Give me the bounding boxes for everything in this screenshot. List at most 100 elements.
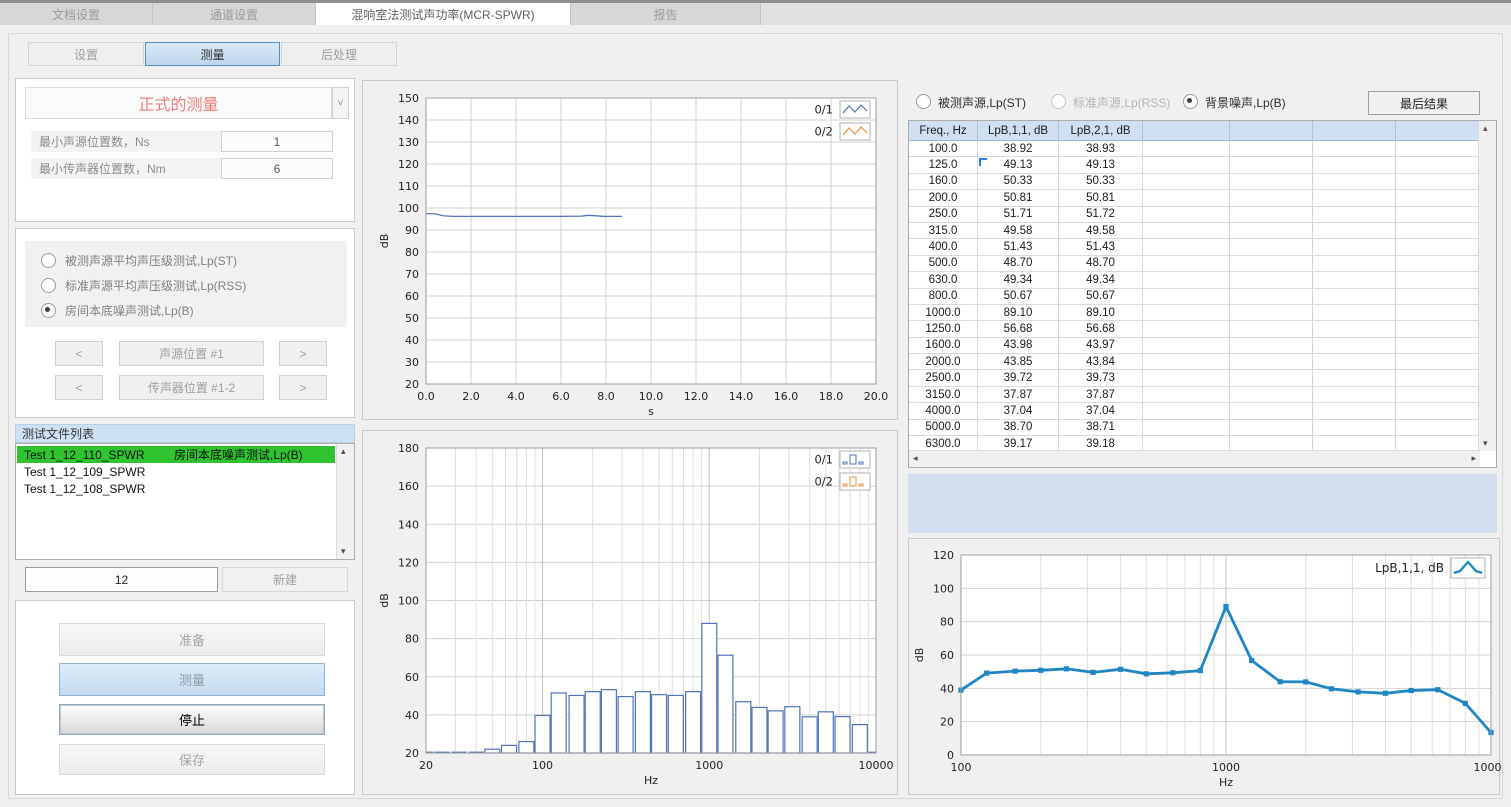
table-cell[interactable]: 5000.0: [909, 420, 978, 436]
table-cell[interactable]: [1396, 207, 1480, 223]
table-cell[interactable]: [1230, 387, 1313, 403]
table-cell[interactable]: [1230, 256, 1313, 272]
table-cell[interactable]: [1313, 338, 1396, 354]
table-cell[interactable]: [1230, 289, 1313, 305]
radio-lp-b[interactable]: [41, 303, 56, 318]
table-cell[interactable]: [1143, 190, 1230, 206]
table-cell[interactable]: 38.93: [1059, 141, 1143, 157]
table-cell[interactable]: [1313, 223, 1396, 239]
tab-document-settings[interactable]: 文档设置: [0, 3, 153, 25]
table-cell[interactable]: [1143, 239, 1230, 255]
table-cell[interactable]: 37.04: [1059, 403, 1143, 419]
table-cell[interactable]: [1313, 256, 1396, 272]
table-cell[interactable]: 37.87: [1059, 387, 1143, 403]
table-cell[interactable]: 37.04: [978, 403, 1059, 419]
table-cell[interactable]: [1313, 239, 1396, 255]
table-cell[interactable]: 800.0: [909, 289, 978, 305]
table-cell[interactable]: 125.0: [909, 157, 978, 173]
subtab-postprocess[interactable]: 后处理: [281, 42, 397, 66]
table-cell[interactable]: [1396, 174, 1480, 190]
table-cell[interactable]: [1313, 370, 1396, 386]
table-cell[interactable]: 48.70: [978, 256, 1059, 272]
table-cell[interactable]: 51.43: [978, 239, 1059, 255]
source-position-button[interactable]: 声源位置 #1: [119, 341, 264, 366]
table-vscrollbar[interactable]: ▴ ▾: [1478, 121, 1496, 451]
table-cell[interactable]: [1230, 207, 1313, 223]
nm-field-input[interactable]: 6: [221, 158, 333, 179]
view-radio-lp-rss[interactable]: [1051, 94, 1066, 109]
table-cell[interactable]: [1143, 321, 1230, 337]
table-cell[interactable]: [1396, 239, 1480, 255]
view-radio-lp-b[interactable]: [1183, 94, 1198, 109]
table-cell[interactable]: [1313, 207, 1396, 223]
table-cell[interactable]: [1230, 272, 1313, 288]
table-cell[interactable]: 51.72: [1059, 207, 1143, 223]
scroll-down-icon[interactable]: ▾: [341, 547, 346, 556]
mic-next-button[interactable]: >: [279, 375, 327, 400]
table-cell[interactable]: 49.58: [978, 223, 1059, 239]
scroll-left-icon[interactable]: ◂: [913, 454, 918, 463]
counter-button[interactable]: 12: [25, 567, 218, 592]
table-cell[interactable]: 50.33: [978, 174, 1059, 190]
table-cell[interactable]: 50.67: [978, 289, 1059, 305]
table-cell[interactable]: 160.0: [909, 174, 978, 190]
table-cell[interactable]: [1396, 321, 1480, 337]
table-cell[interactable]: [1313, 157, 1396, 173]
measure-mode-dropdown[interactable]: 正式的测量: [25, 87, 332, 119]
table-cell[interactable]: [1313, 354, 1396, 370]
table-cell[interactable]: 43.85: [978, 354, 1059, 370]
table-cell[interactable]: [1313, 387, 1396, 403]
table-cell[interactable]: 3150.0: [909, 387, 978, 403]
table-cell[interactable]: 43.97: [1059, 338, 1143, 354]
list-item[interactable]: Test 1_12_109_SPWR: [17, 463, 335, 480]
table-cell[interactable]: 50.67: [1059, 289, 1143, 305]
table-cell[interactable]: [1396, 338, 1480, 354]
chevron-down-icon[interactable]: ˅: [332, 87, 349, 119]
table-cell[interactable]: [1230, 354, 1313, 370]
table-cell[interactable]: 39.73: [1059, 370, 1143, 386]
table-cell[interactable]: [1313, 305, 1396, 321]
table-cell[interactable]: [1230, 239, 1313, 255]
tab-channel-settings[interactable]: 通道设置: [153, 3, 316, 25]
table-cell[interactable]: 2000.0: [909, 354, 978, 370]
table-cell[interactable]: 1600.0: [909, 338, 978, 354]
list-item[interactable]: Test 1_12_108_SPWR: [17, 480, 335, 497]
table-cell[interactable]: 51.43: [1059, 239, 1143, 255]
table-cell[interactable]: [1396, 141, 1480, 157]
table-cell[interactable]: 89.10: [1059, 305, 1143, 321]
source-next-button[interactable]: >: [279, 341, 327, 366]
table-cell[interactable]: 630.0: [909, 272, 978, 288]
table-cell[interactable]: [1143, 338, 1230, 354]
scroll-up-icon[interactable]: ▴: [1483, 124, 1488, 133]
table-cell[interactable]: 2500.0: [909, 370, 978, 386]
ns-field-input[interactable]: 1: [221, 131, 333, 152]
table-cell[interactable]: [1313, 403, 1396, 419]
table-cell[interactable]: [1313, 321, 1396, 337]
radio-lp-st[interactable]: [41, 253, 56, 268]
table-cell[interactable]: 38.92: [978, 141, 1059, 157]
table-cell[interactable]: 89.10: [978, 305, 1059, 321]
table-cell[interactable]: [1396, 223, 1480, 239]
scroll-right-icon[interactable]: ▸: [1471, 454, 1476, 463]
table-cell[interactable]: [1313, 141, 1396, 157]
table-cell[interactable]: [1230, 141, 1313, 157]
table-cell[interactable]: [1230, 338, 1313, 354]
table-cell[interactable]: 50.81: [1059, 190, 1143, 206]
source-prev-button[interactable]: <: [55, 341, 103, 366]
table-cell[interactable]: [1313, 190, 1396, 206]
table-cell[interactable]: 43.98: [978, 338, 1059, 354]
table-cell[interactable]: [1143, 387, 1230, 403]
table-cell[interactable]: [1313, 289, 1396, 305]
table-cell[interactable]: 49.34: [978, 272, 1059, 288]
radio-lp-rss[interactable]: [41, 278, 56, 293]
table-cell[interactable]: 38.70: [978, 420, 1059, 436]
table-cell[interactable]: [1313, 272, 1396, 288]
prepare-button[interactable]: 准备: [59, 623, 325, 656]
table-cell[interactable]: [1230, 370, 1313, 386]
table-cell[interactable]: [1143, 157, 1230, 173]
final-result-button[interactable]: 最后结果: [1368, 91, 1480, 115]
table-cell[interactable]: [1230, 223, 1313, 239]
scroll-down-icon[interactable]: ▾: [1483, 439, 1488, 448]
table-cell[interactable]: [1143, 289, 1230, 305]
table-cell[interactable]: [1396, 354, 1480, 370]
